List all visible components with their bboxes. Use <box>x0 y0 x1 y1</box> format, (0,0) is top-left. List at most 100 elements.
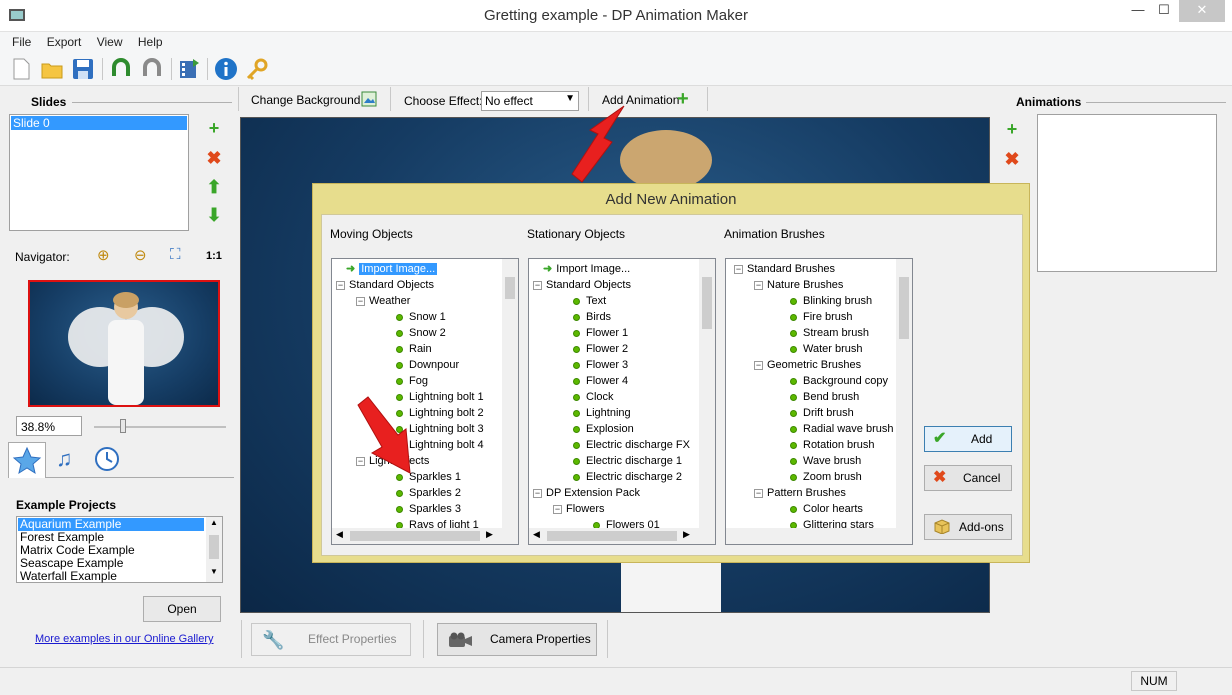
menu-export[interactable]: Export <box>41 33 88 51</box>
tree-item[interactable]: Fog <box>396 373 428 389</box>
move-down-icon[interactable]: ⬇ <box>205 206 223 224</box>
tree-item[interactable]: Blinking brush <box>790 293 872 309</box>
tree-item[interactable]: Flower 2 <box>573 341 628 357</box>
tree-item[interactable]: ➜ Import Image... <box>346 261 438 277</box>
new-icon[interactable] <box>8 56 34 82</box>
maximize-button[interactable]: ☐ <box>1151 0 1177 22</box>
info-icon[interactable] <box>213 56 239 82</box>
tree-hscroll[interactable]: ◀ ▶ <box>529 528 715 544</box>
tree-item[interactable]: Electric discharge FX <box>573 437 690 453</box>
tree-item[interactable]: Sparkles 2 <box>396 485 461 501</box>
tree-vscroll[interactable] <box>502 259 518 528</box>
add-animation-icon[interactable]: + <box>677 88 689 111</box>
tree-item[interactable]: Rotation brush <box>790 437 875 453</box>
tree-item[interactable]: − Weather <box>356 293 410 309</box>
tree-item[interactable]: ➜ Import Image... <box>543 261 630 277</box>
zoom-field[interactable]: 38.8% <box>16 416 82 436</box>
menu-help[interactable]: Help <box>132 33 169 51</box>
animations-list[interactable] <box>1037 114 1217 272</box>
tree-hscroll[interactable] <box>726 528 912 544</box>
tree-vscroll[interactable] <box>896 259 912 528</box>
camera-properties-button[interactable]: Camera Properties <box>437 623 597 656</box>
open-button[interactable]: Open <box>143 596 221 622</box>
list-item[interactable]: Waterfall Example <box>20 570 117 583</box>
tree-item[interactable]: Color hearts <box>790 501 863 517</box>
tree-item[interactable]: − Pattern Brushes <box>754 485 846 501</box>
close-button[interactable]: ✕ <box>1179 0 1225 22</box>
change-background-button[interactable]: Change Background <box>251 93 360 107</box>
fit-icon[interactable]: ⛶ <box>170 246 181 263</box>
tree-item[interactable]: Wave brush <box>790 453 861 469</box>
tree-item[interactable]: Birds <box>573 309 611 325</box>
key-icon[interactable] <box>244 56 270 82</box>
tree-item[interactable]: Snow 2 <box>396 325 446 341</box>
addons-button[interactable]: Add-ons <box>924 514 1012 540</box>
tree-item[interactable]: Bend brush <box>790 389 859 405</box>
undo-icon[interactable] <box>108 56 134 82</box>
tree-item[interactable]: − Standard Objects <box>533 277 631 293</box>
open-folder-icon[interactable] <box>39 56 65 82</box>
example-projects-list[interactable]: Aquarium Example Forest Example Matrix C… <box>16 516 223 583</box>
tree-item[interactable]: Flower 1 <box>573 325 628 341</box>
slide-item[interactable]: Slide 0 <box>11 116 187 130</box>
add-slide-icon[interactable]: + <box>205 119 223 137</box>
tree-item[interactable]: Flower 3 <box>573 357 628 373</box>
zoom-slider-track[interactable] <box>94 426 226 428</box>
tree-item[interactable]: Stream brush <box>790 325 869 341</box>
menu-view[interactable]: View <box>91 33 129 51</box>
tree-item[interactable]: Electric discharge 1 <box>573 453 682 469</box>
minimize-button[interactable]: — <box>1125 0 1151 22</box>
delete-animation-icon[interactable]: ✖ <box>1003 150 1021 168</box>
slides-list[interactable]: Slide 0 <box>9 114 189 231</box>
tab-clock[interactable] <box>94 446 120 475</box>
tree-item[interactable]: Fire brush <box>790 309 853 325</box>
tree-item[interactable]: Clock <box>573 389 614 405</box>
add-animation-side-icon[interactable]: + <box>1003 120 1021 138</box>
tree-item[interactable]: Flower 4 <box>573 373 628 389</box>
tree-item[interactable]: − Nature Brushes <box>754 277 843 293</box>
tree-item[interactable]: Zoom brush <box>790 469 862 485</box>
tree-item[interactable]: − Geometric Brushes <box>754 357 861 373</box>
tree-item[interactable]: Background copy <box>790 373 888 389</box>
redo-icon[interactable] <box>139 56 165 82</box>
tree-item[interactable]: Drift brush <box>790 405 854 421</box>
tree-hscroll[interactable]: ◀ ▶ <box>332 528 518 544</box>
list-scrollbar[interactable]: ▼ ▲ <box>206 517 222 582</box>
tree-item[interactable]: − Standard Objects <box>336 277 434 293</box>
tree-item[interactable]: Radial wave brush <box>790 421 894 437</box>
export-video-icon[interactable] <box>176 56 202 82</box>
tree-item[interactable]: Explosion <box>573 421 634 437</box>
music-icon[interactable]: ♫ <box>56 446 73 472</box>
animation-brushes-tree[interactable]: − Standard Brushes − Nature Brushes Blinki… <box>725 258 913 545</box>
move-up-icon[interactable]: ⬆ <box>205 178 223 196</box>
tree-vscroll[interactable] <box>699 259 715 528</box>
tree-item[interactable]: Water brush <box>790 341 863 357</box>
tree-item[interactable]: Electric discharge 2 <box>573 469 682 485</box>
effect-properties-button[interactable]: 🔧 Effect Properties <box>251 623 411 656</box>
slides-title: Slides <box>31 95 67 109</box>
tree-item[interactable]: Downpour <box>396 357 459 373</box>
zoom-out-icon[interactable]: ⊖ <box>134 246 147 264</box>
navigator-preview[interactable] <box>28 280 220 407</box>
tree-item[interactable]: Lightning <box>573 405 631 421</box>
tree-item[interactable]: − DP Extension Pack <box>533 485 640 501</box>
add-button[interactable]: ✔ Add <box>924 426 1012 452</box>
actual-size-button[interactable]: 1:1 <box>206 250 222 262</box>
online-gallery-link[interactable]: More examples in our Online Gallery <box>35 633 214 645</box>
tree-item[interactable]: Text <box>573 293 606 309</box>
effect-select[interactable]: No effect ▼ <box>481 91 579 111</box>
tree-item[interactable]: − Standard Brushes <box>734 261 835 277</box>
tree-item[interactable]: Snow 1 <box>396 309 446 325</box>
tab-effects[interactable] <box>8 442 46 478</box>
background-image-icon[interactable] <box>361 91 377 107</box>
tree-item[interactable]: − Flowers <box>553 501 605 517</box>
cancel-button[interactable]: ✖ Cancel <box>924 465 1012 491</box>
delete-slide-icon[interactable]: ✖ <box>205 149 223 167</box>
stationary-objects-tree[interactable]: ➜ Import Image... − Standard Objects Text … <box>528 258 716 545</box>
zoom-in-icon[interactable]: ⊕ <box>97 246 110 264</box>
tree-item[interactable]: Rain <box>396 341 432 357</box>
save-icon[interactable] <box>70 56 96 82</box>
menu-file[interactable]: File <box>6 33 37 51</box>
zoom-slider-thumb[interactable] <box>120 419 126 433</box>
tree-item[interactable]: Sparkles 3 <box>396 501 461 517</box>
